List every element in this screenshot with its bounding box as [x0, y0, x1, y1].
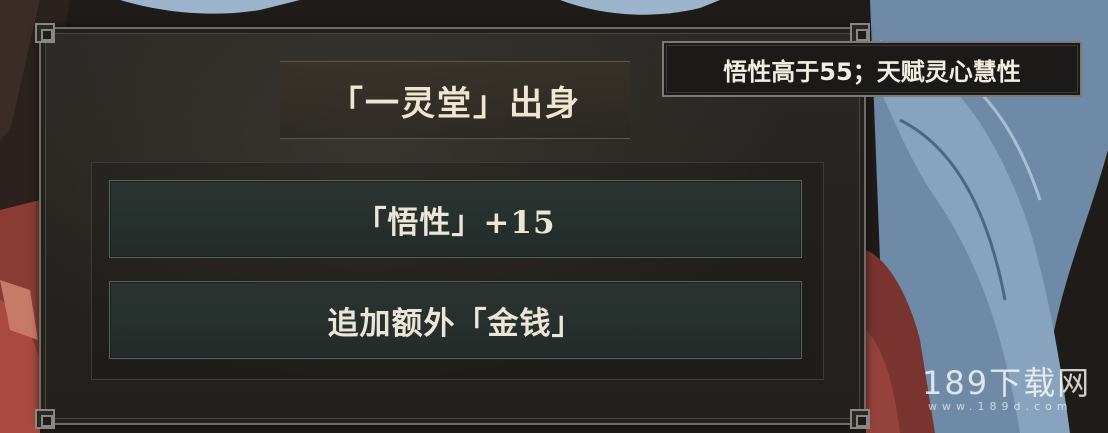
tooltip-text: 悟性高于55；天赋灵心慧性 [723, 57, 1021, 86]
panel-corner-ornament [850, 409, 870, 429]
option-button-extra-money[interactable]: 追加额外「金钱」 [109, 281, 802, 359]
options-list: 「悟性」+15 追加额外「金钱」 [91, 162, 824, 380]
option-button-insight-bonus[interactable]: 「悟性」+15 [109, 180, 802, 258]
panel-corner-ornament [35, 23, 55, 43]
option-label: 追加额外「金钱」 [327, 305, 584, 342]
requirement-tooltip: 悟性高于55；天赋灵心慧性 [662, 41, 1082, 97]
panel-corner-ornament [35, 409, 55, 429]
option-label: 「悟性」+15 [355, 204, 556, 241]
panel-corner-ornament [850, 23, 870, 43]
watermark-main-text: 189下载网 [922, 364, 1092, 402]
dialog-title: 「一灵堂」出身 [280, 61, 630, 139]
watermark-url-text: www.189d.com [928, 400, 1073, 413]
site-watermark: 189下载网 www.189d.com [922, 366, 1092, 413]
dialog-title-text: 「一灵堂」出身 [329, 83, 581, 124]
